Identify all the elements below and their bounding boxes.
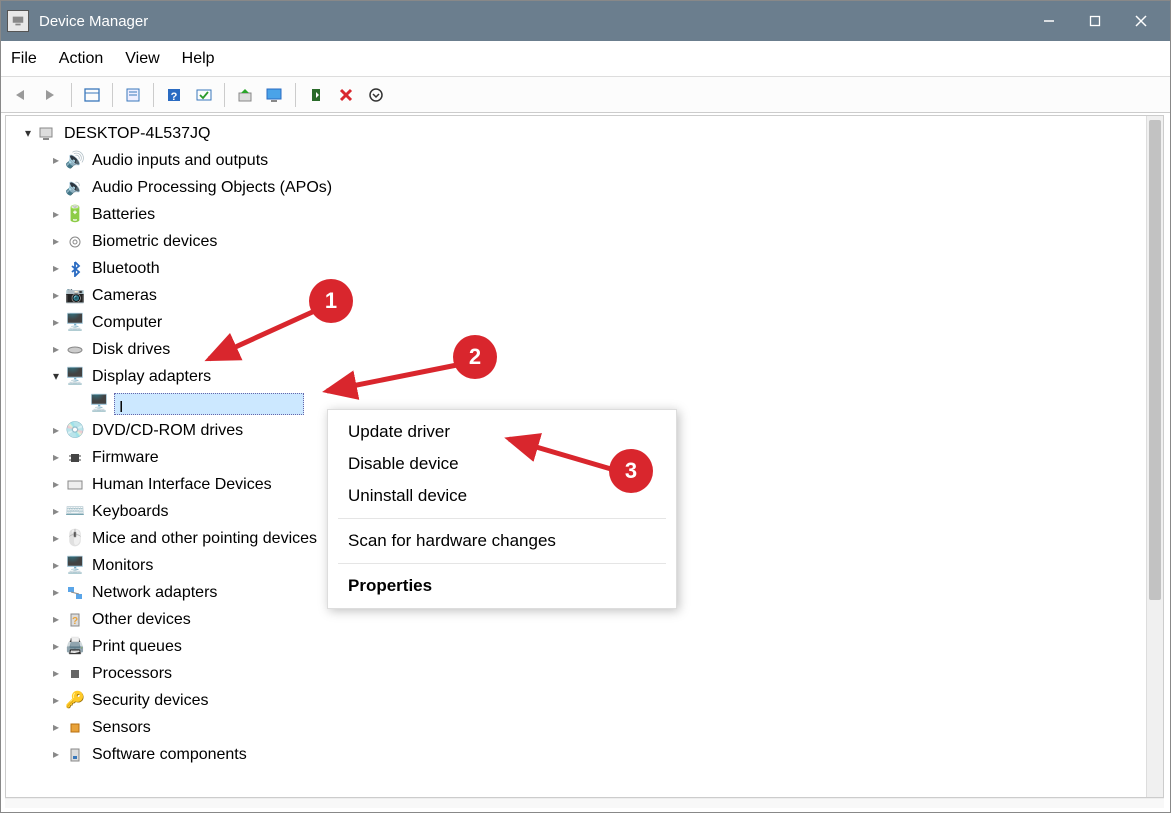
display-icon: 🖥️ <box>64 367 86 387</box>
cpu-icon <box>64 664 86 684</box>
scrollbar[interactable] <box>1146 116 1163 797</box>
down-arrow-icon[interactable] <box>362 81 390 109</box>
speaker-icon: 🔉 <box>64 178 86 198</box>
tree-item-security[interactable]: 🔑Security devices <box>12 687 1163 714</box>
ctx-update-driver[interactable]: Update driver <box>328 416 676 448</box>
computer-icon <box>36 124 58 144</box>
tree-item-audio-inputs[interactable]: 🔊Audio inputs and outputs <box>12 147 1163 174</box>
security-icon: 🔑 <box>64 691 86 711</box>
tree-item-batteries[interactable]: 🔋Batteries <box>12 201 1163 228</box>
tree-item-other[interactable]: ?Other devices <box>12 606 1163 633</box>
monitor-icon: 🖥️ <box>64 556 86 576</box>
printer-icon: 🖨️ <box>64 637 86 657</box>
tree-item-disk[interactable]: Disk drives <box>12 336 1163 363</box>
menu-bar: File Action View Help <box>1 41 1170 77</box>
monitor-action-icon[interactable] <box>261 81 289 109</box>
tree-item-cameras[interactable]: 📷Cameras <box>12 282 1163 309</box>
remove-device-icon[interactable] <box>332 81 360 109</box>
software-icon <box>64 745 86 765</box>
scrollbar-thumb[interactable] <box>1149 120 1161 600</box>
minimize-button[interactable] <box>1026 1 1072 41</box>
title-bar: Device Manager <box>1 1 1170 41</box>
root-label: DESKTOP-4L537JQ <box>64 120 210 147</box>
network-icon <box>64 583 86 603</box>
window-title: Device Manager <box>39 13 1026 30</box>
menu-action[interactable]: Action <box>59 50 103 68</box>
update-driver-icon[interactable] <box>231 81 259 109</box>
menu-help[interactable]: Help <box>182 50 215 68</box>
chip-icon <box>64 448 86 468</box>
tree-item-audio-processing[interactable]: 🔉Audio Processing Objects (APOs) <box>12 174 1163 201</box>
annotation-badge-3: 3 <box>609 449 653 493</box>
tree-item-software[interactable]: Software components <box>12 741 1163 768</box>
tree-root[interactable]: DESKTOP-4L537JQ <box>12 120 1163 147</box>
help-icon[interactable]: ? <box>160 81 188 109</box>
sensor-icon <box>64 718 86 738</box>
context-menu: Update driver Disable device Uninstall d… <box>327 409 677 609</box>
toolbar: ? <box>1 77 1170 113</box>
enable-device-icon[interactable] <box>302 81 330 109</box>
annotation-badge-2: 2 <box>453 335 497 379</box>
ctx-properties[interactable]: Properties <box>328 570 676 602</box>
dvd-icon: 💿 <box>64 421 86 441</box>
fingerprint-icon <box>64 232 86 252</box>
window-buttons <box>1026 1 1164 41</box>
camera-icon: 📷 <box>64 286 86 306</box>
tree-item-display[interactable]: 🖥️Display adapters <box>12 363 1163 390</box>
bluetooth-icon <box>64 259 86 279</box>
close-button[interactable] <box>1118 1 1164 41</box>
hid-icon <box>64 475 86 495</box>
app-icon <box>7 10 29 32</box>
scan-icon[interactable] <box>190 81 218 109</box>
other-devices-icon: ? <box>64 610 86 630</box>
forward-button[interactable] <box>37 81 65 109</box>
status-bar <box>5 798 1164 808</box>
menu-file[interactable]: File <box>11 50 37 68</box>
show-hidden-icon[interactable] <box>78 81 106 109</box>
tree-item-sensors[interactable]: Sensors <box>12 714 1163 741</box>
properties-icon[interactable] <box>119 81 147 109</box>
svg-text:?: ? <box>72 616 78 627</box>
annotation-badge-1: 1 <box>309 279 353 323</box>
disk-icon <box>64 340 86 360</box>
keyboard-icon: ⌨️ <box>64 502 86 522</box>
battery-icon: 🔋 <box>64 205 86 225</box>
tree-item-print[interactable]: 🖨️Print queues <box>12 633 1163 660</box>
tree-item-bluetooth[interactable]: Bluetooth <box>12 255 1163 282</box>
svg-text:?: ? <box>171 91 178 103</box>
tree-item-biometric[interactable]: Biometric devices <box>12 228 1163 255</box>
maximize-button[interactable] <box>1072 1 1118 41</box>
tree-item-computerentry[interactable]: 🖥️Computer <box>12 309 1163 336</box>
speaker-icon: 🔊 <box>64 151 86 171</box>
mouse-icon: 🖱️ <box>64 529 86 549</box>
tree-item-processors[interactable]: Processors <box>12 660 1163 687</box>
back-button[interactable] <box>7 81 35 109</box>
computer-icon: 🖥️ <box>64 313 86 333</box>
menu-view[interactable]: View <box>125 50 159 68</box>
selected-device[interactable]: I <box>114 393 304 415</box>
ctx-scan-hardware[interactable]: Scan for hardware changes <box>328 525 676 557</box>
display-icon: 🖥️ <box>88 394 110 414</box>
